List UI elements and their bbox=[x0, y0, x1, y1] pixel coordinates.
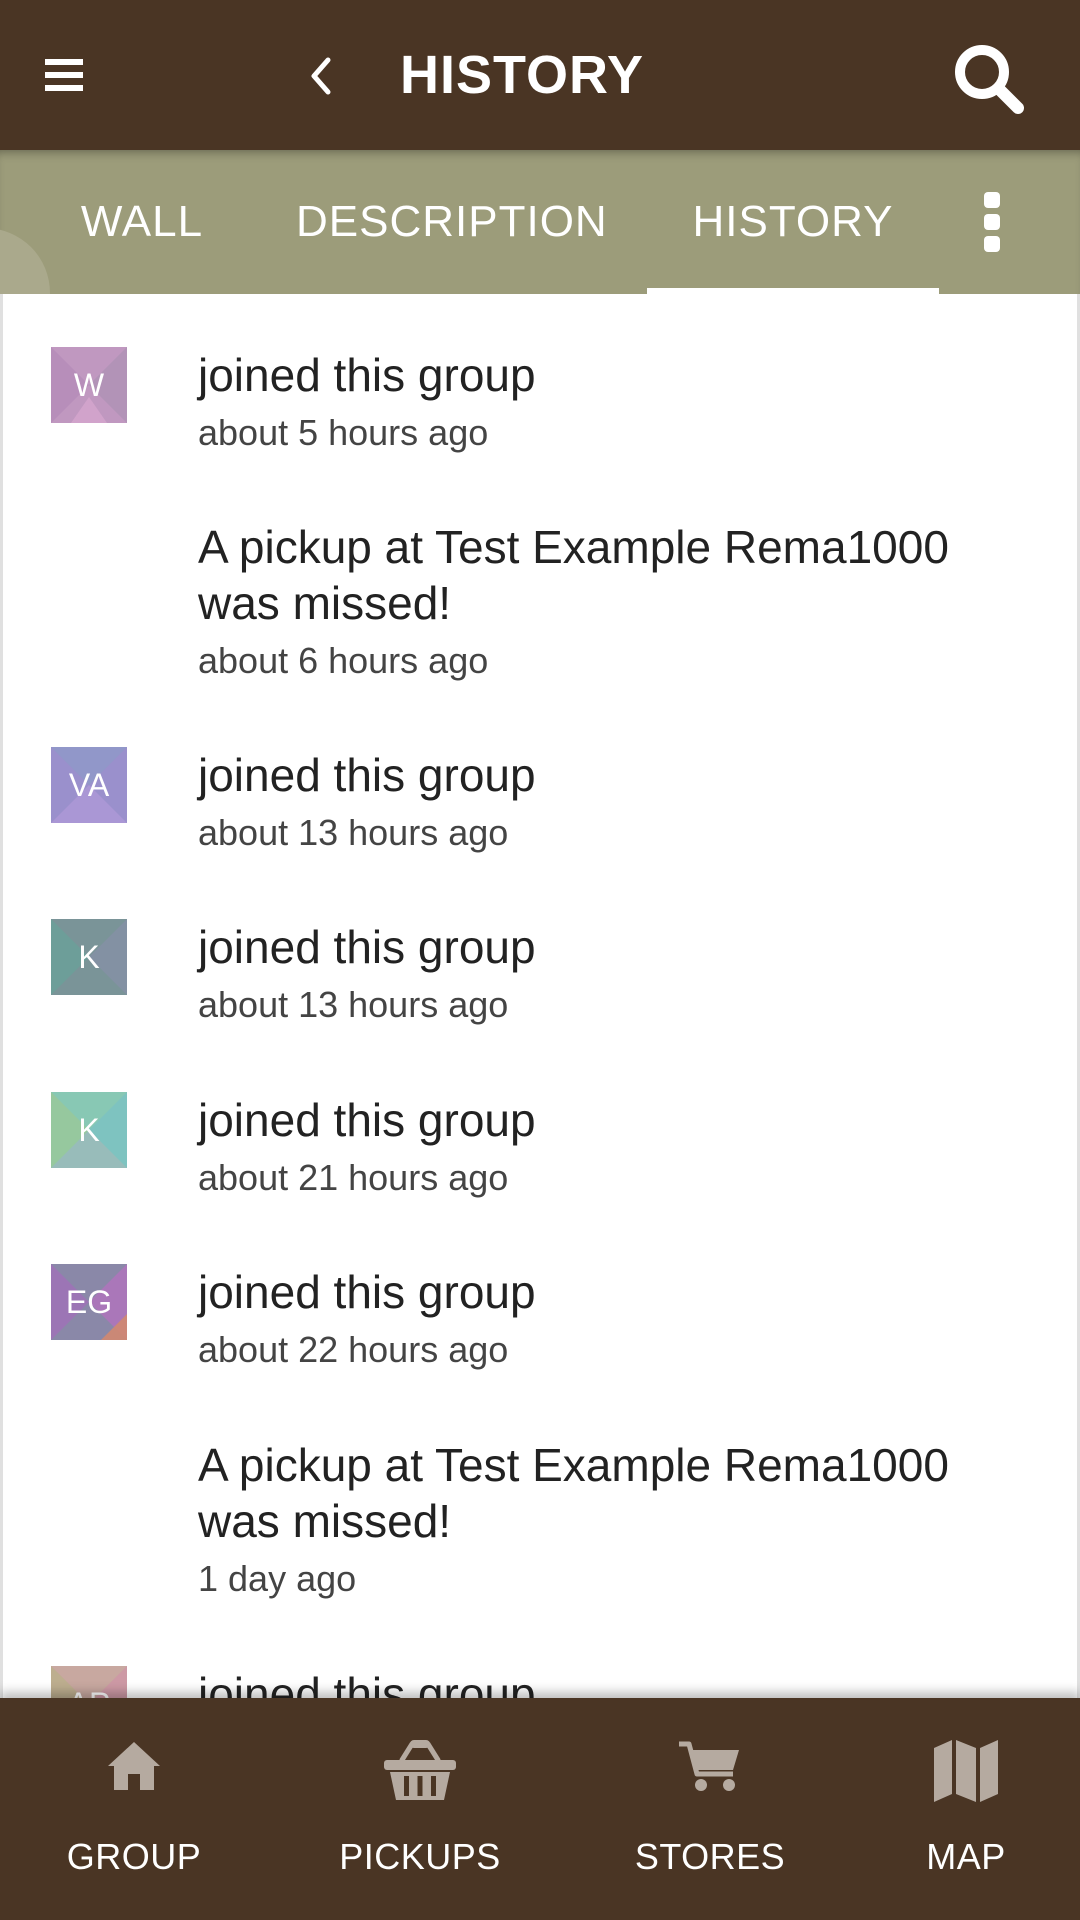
avatar: K bbox=[51, 919, 127, 995]
tab-wall[interactable]: WALL bbox=[60, 150, 224, 294]
bottom-navigation: GROUP PICKUPS STORES MAP bbox=[0, 1698, 1080, 1920]
avatar: W bbox=[51, 347, 127, 423]
avatar-initials: EG bbox=[65, 1284, 113, 1320]
avatar-initials: W bbox=[73, 367, 105, 403]
history-item-time: 1 day ago bbox=[198, 1558, 357, 1599]
tab-description[interactable]: DESCRIPTION bbox=[296, 150, 607, 294]
history-item-title: joined this group bbox=[198, 1094, 536, 1146]
map-icon bbox=[934, 1740, 998, 1802]
tab-history[interactable]: HISTORY bbox=[648, 150, 938, 294]
search-button[interactable] bbox=[950, 40, 1026, 116]
chevron-left-icon bbox=[311, 57, 331, 95]
tabs-more-button[interactable] bbox=[966, 186, 1020, 258]
avatar-initials: VA bbox=[68, 767, 110, 803]
history-item-title: joined this group bbox=[198, 749, 536, 801]
avatar: VA bbox=[51, 747, 127, 823]
top-app-bar: HISTORY bbox=[0, 0, 1080, 150]
avatar: AP bbox=[51, 1666, 127, 1698]
nav-label: STORES bbox=[634, 1836, 786, 1877]
nav-group[interactable]: GROUP bbox=[44, 1698, 224, 1920]
avatar-initials: K bbox=[78, 939, 100, 975]
avatar-initials: AP bbox=[68, 1686, 111, 1698]
avatar: EG bbox=[51, 1264, 127, 1340]
page-title: HISTORY bbox=[400, 45, 645, 105]
history-item-title: joined this group bbox=[198, 921, 536, 973]
hamburger-menu-icon bbox=[45, 59, 83, 91]
nav-map[interactable]: MAP bbox=[876, 1698, 1056, 1920]
history-list: W joined this group about 5 hours ago A … bbox=[0, 294, 1080, 1698]
nav-label: GROUP bbox=[66, 1836, 202, 1877]
home-icon bbox=[108, 1742, 160, 1790]
back-button[interactable] bbox=[296, 48, 346, 104]
nav-label: PICKUPS bbox=[339, 1836, 501, 1877]
history-item-time: about 22 hours ago bbox=[198, 1329, 509, 1370]
nav-label: MAP bbox=[926, 1836, 1006, 1877]
menu-button[interactable] bbox=[40, 52, 90, 98]
history-item-time: about 6 hours ago bbox=[198, 640, 489, 681]
more-vertical-icon bbox=[984, 192, 1000, 252]
history-item-title: joined this group bbox=[198, 1266, 536, 1318]
shopping-cart-icon bbox=[679, 1741, 739, 1791]
history-item-time: about 13 hours ago bbox=[198, 812, 509, 853]
history-item-time: about 5 hours ago bbox=[198, 412, 489, 453]
history-item-title: A pickup at Test Example Rema1000 was mi… bbox=[198, 521, 949, 629]
avatar-initials: K bbox=[78, 1112, 100, 1148]
history-item-time: about 13 hours ago bbox=[198, 984, 509, 1025]
search-icon bbox=[955, 45, 1024, 114]
tab-bar: WALL DESCRIPTION HISTORY bbox=[0, 150, 1080, 294]
basket-icon bbox=[384, 1740, 456, 1800]
history-item-time: about 21 hours ago bbox=[198, 1157, 509, 1198]
nav-pickups[interactable]: PICKUPS bbox=[330, 1698, 510, 1920]
history-item-title: joined this group bbox=[198, 1668, 536, 1698]
nav-stores[interactable]: STORES bbox=[620, 1698, 800, 1920]
avatar: K bbox=[51, 1092, 127, 1168]
history-item-title: A pickup at Test Example Rema1000 was mi… bbox=[198, 1439, 949, 1547]
history-item-title: joined this group bbox=[198, 349, 536, 401]
decorative-circle bbox=[0, 228, 50, 294]
